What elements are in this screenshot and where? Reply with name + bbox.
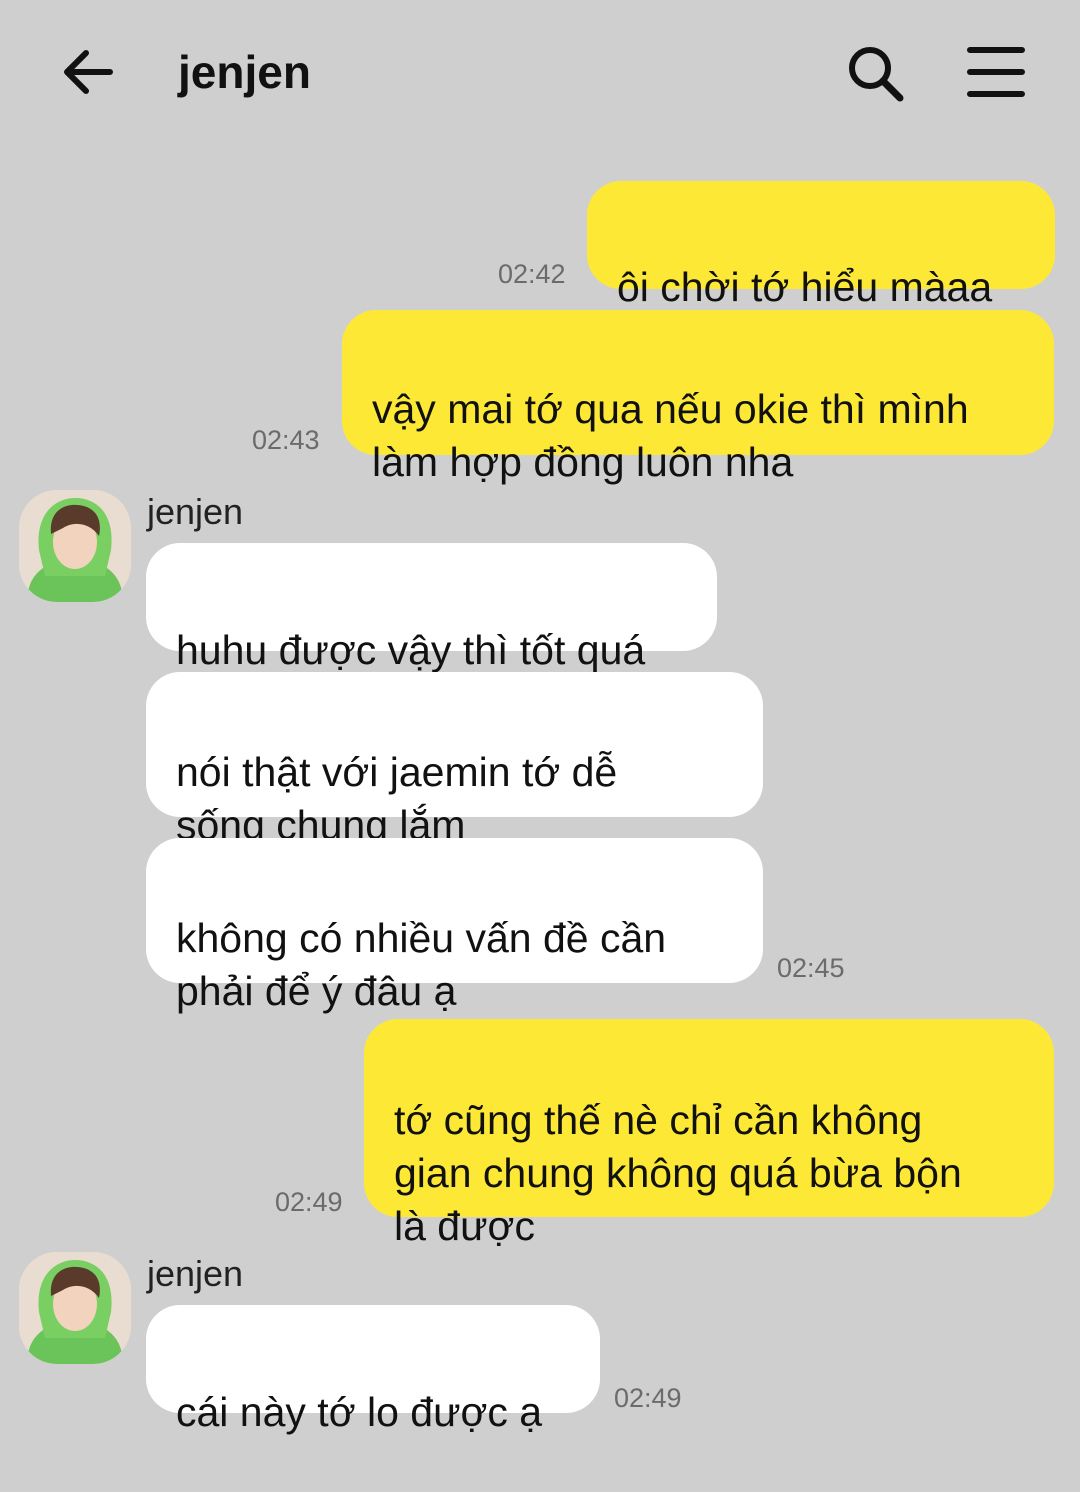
message-bubble-sent[interactable]: vậy mai tớ qua nếu okie thì mình làm hợp… (342, 310, 1054, 485)
message-timestamp: 02:42 (498, 259, 566, 289)
message-text: ôi chời tớ hiểu màaa (617, 264, 993, 310)
message-text: nói thật với jaemin tớ dễ sống chung lắm (176, 749, 618, 848)
back-button[interactable] (56, 40, 120, 104)
message-text: không có nhiều vấn đề cần phải để ý đâu … (176, 915, 667, 1014)
search-icon (849, 47, 904, 102)
menu-button[interactable] (964, 42, 1028, 102)
search-button[interactable] (842, 40, 908, 106)
avatar[interactable] (19, 490, 131, 602)
message-timestamp: 02:49 (275, 1187, 343, 1217)
message-bubble-received[interactable]: không có nhiều vấn đề cần phải để ý đâu … (146, 838, 763, 1014)
avatar-image (19, 490, 131, 602)
avatar-image (19, 1252, 131, 1364)
message-text: huhu được vậy thì tốt quá (176, 627, 646, 673)
message-timestamp: 02:43 (252, 425, 320, 455)
message-bubble-received[interactable]: cái này tớ lo được ạ (146, 1305, 600, 1435)
sender-name: jenjen (147, 1253, 244, 1294)
hamburger-menu-icon (967, 47, 1025, 97)
message-timestamp: 02:45 (777, 953, 845, 983)
message-bubble-received[interactable]: nói thật với jaemin tớ dễ sống chung lắm (146, 672, 763, 848)
arrow-left-icon (64, 50, 113, 94)
chat-title: jenjen (178, 46, 311, 98)
message-bubble-sent[interactable]: ôi chời tớ hiểu màaa (587, 181, 1055, 310)
message-bubble-received[interactable]: huhu được vậy thì tốt quá (146, 543, 717, 673)
message-bubble-sent[interactable]: tớ cũng thế nè chỉ cần không gian chung … (364, 1019, 1054, 1249)
message-timestamp: 02:49 (614, 1383, 682, 1413)
avatar[interactable] (19, 1252, 131, 1364)
message-text: cái này tớ lo được ạ (176, 1389, 543, 1435)
message-text: vậy mai tớ qua nếu okie thì mình làm hợp… (372, 386, 969, 485)
sender-name: jenjen (147, 491, 244, 532)
message-text: tớ cũng thế nè chỉ cần không gian chung … (394, 1097, 962, 1249)
